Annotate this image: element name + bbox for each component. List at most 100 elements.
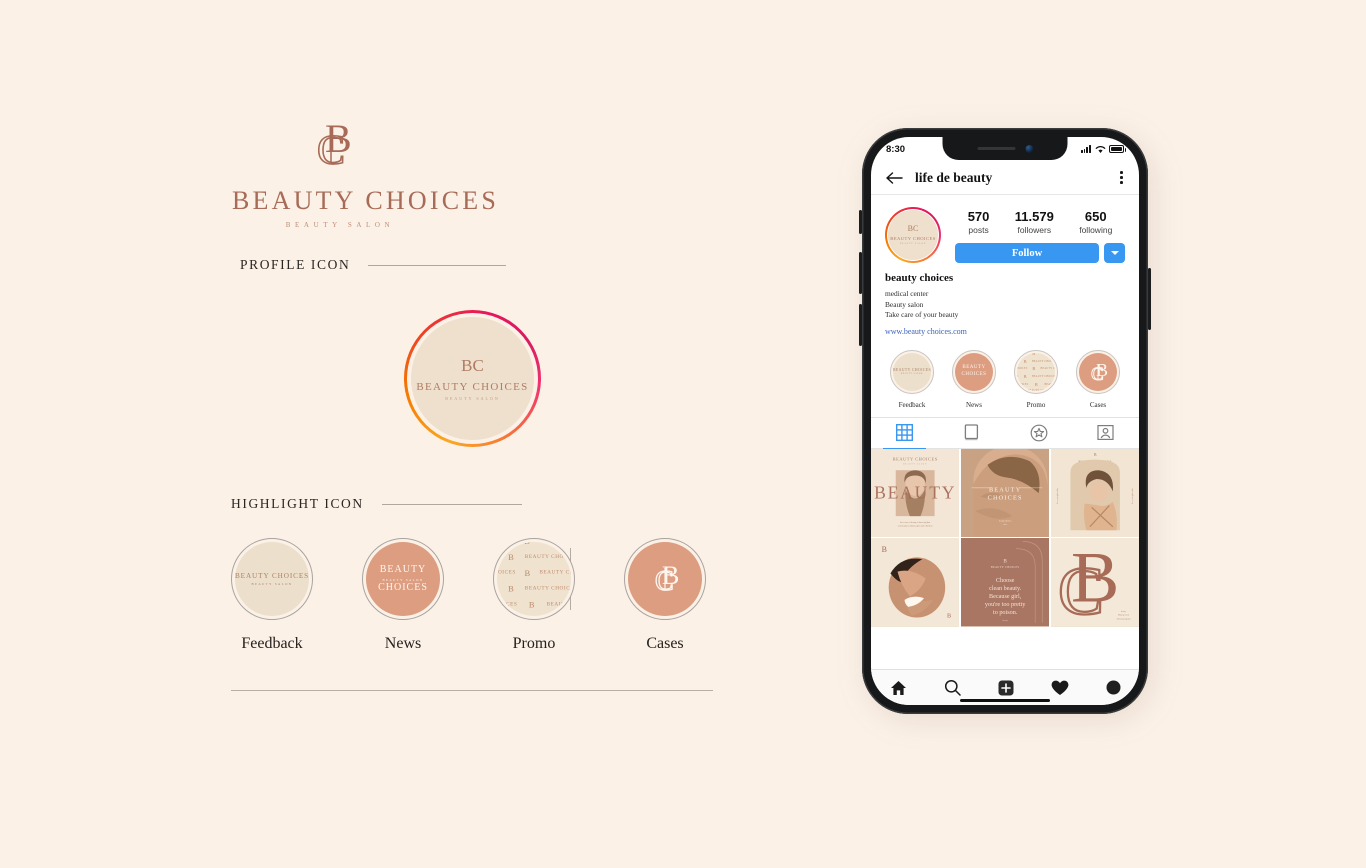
kebab-menu-icon[interactable] bbox=[1118, 167, 1125, 187]
post-tile[interactable]: B C beauty Makeup touch with amazing ski… bbox=[1050, 538, 1139, 627]
highlight-wordmark: BEAUTY CHOICES bbox=[235, 572, 309, 580]
status-time: 8:30 bbox=[886, 143, 906, 155]
highlight-label: Promo bbox=[1026, 400, 1046, 409]
stat-followers[interactable]: 11.579 followers bbox=[1015, 209, 1054, 235]
highlight-circle: B C bbox=[1076, 349, 1120, 394]
search-icon bbox=[944, 679, 961, 696]
app-header: life de beauty bbox=[871, 161, 1139, 195]
home-icon bbox=[890, 680, 906, 695]
tab-guides[interactable] bbox=[1005, 418, 1072, 448]
avatar-monogram: BC bbox=[907, 224, 919, 234]
stats-and-actions: 570 posts 11.579 followers 650 following… bbox=[955, 207, 1125, 263]
tab-grid[interactable] bbox=[871, 418, 938, 449]
highlight-artwork: B C bbox=[628, 542, 702, 616]
post-tile[interactable]: B BEAUTY CHOICES BEAUTY SALON love your … bbox=[1050, 448, 1139, 537]
bio-display-name: beauty choices bbox=[885, 272, 954, 284]
logo-tagline: BEAUTY SALON bbox=[285, 221, 395, 229]
profile-summary: BC BEAUTY CHOICES BEAUTY SALON 570 posts… bbox=[871, 195, 1139, 263]
story-highlights-row: BEAUTY CHOICES BEAUTY SALON Feedback BEA… bbox=[871, 336, 1139, 417]
logo-wordmark: BEAUTY CHOICES bbox=[232, 186, 500, 215]
battery-icon bbox=[1109, 145, 1126, 153]
svg-text:BEAUTY CHOICES: BEAUTY CHOICES bbox=[991, 566, 1020, 569]
add-post-nav-button[interactable] bbox=[998, 680, 1014, 696]
avatar-icon bbox=[1106, 680, 1120, 695]
svg-text:real beauty is radiant, glow a: real beauty is radiant, glow and effortl… bbox=[898, 524, 933, 527]
highlight-preview-cases: B C Cases bbox=[624, 538, 706, 653]
follow-dropdown-button[interactable] bbox=[1104, 243, 1125, 263]
stat-value: 11.579 bbox=[1014, 209, 1054, 224]
svg-text:beauty: beauty bbox=[1121, 612, 1126, 614]
brand-presentation-panel: B C BEAUTY CHOICES BEAUTY SALON PROFILE … bbox=[0, 0, 780, 868]
tab-reels[interactable] bbox=[938, 418, 1005, 448]
stat-posts[interactable]: 570 posts bbox=[968, 209, 990, 235]
highlight-label: Promo bbox=[512, 635, 556, 652]
svg-text:love your glow skin: love your glow skin bbox=[1056, 488, 1059, 503]
bio-line-2: Beauty salon bbox=[885, 299, 924, 309]
volume-up-button bbox=[859, 252, 862, 294]
svg-text:CHOICES: CHOICES bbox=[987, 494, 1022, 501]
search-nav-button[interactable] bbox=[944, 679, 961, 696]
highlight-circle: B C bbox=[624, 538, 706, 620]
story-highlight-feedback[interactable]: BEAUTY CHOICES BEAUTY SALON Feedback bbox=[887, 349, 937, 409]
profile-icon-monogram: BC bbox=[461, 355, 484, 375]
profile-nav-button[interactable] bbox=[1106, 680, 1121, 695]
signal-bars-icon bbox=[1080, 145, 1091, 153]
highlight-artwork: BEAUTY CHOICES BEAUTY SALON bbox=[235, 542, 309, 616]
svg-text:you're too pretty: you're too pretty bbox=[985, 601, 1026, 608]
follow-button[interactable]: Follow bbox=[955, 243, 1099, 263]
arrow-left-icon bbox=[886, 171, 903, 184]
highlight-artwork: CESBBEAUT ESBBEAUTY CHOICES CHOICESBBEAU… bbox=[1017, 352, 1055, 391]
tagged-person-icon bbox=[1097, 425, 1114, 441]
tiled-logo-pattern: CESBBEAUTY ESBBEAUTY CHOICES CHOICESBBEA… bbox=[497, 542, 571, 610]
post-tile[interactable]: B B bbox=[871, 538, 960, 627]
stat-label: following bbox=[1079, 225, 1113, 235]
story-highlight-promo[interactable]: CESBBEAUT ESBBEAUTY CHOICES CHOICESBBEAU… bbox=[1011, 349, 1061, 409]
post-tile[interactable]: BEAUTY CHOICES BEAUTY SALON BEAUTY the s… bbox=[871, 448, 960, 537]
svg-text:beauty: beauty bbox=[1002, 620, 1007, 622]
activity-nav-button[interactable] bbox=[1051, 680, 1069, 696]
profile-avatar[interactable]: BC BEAUTY CHOICES BEAUTY SALON bbox=[885, 207, 941, 263]
profile-icon-tagline: BEAUTY SALON bbox=[445, 395, 500, 401]
post-tile[interactable]: BEAUTY CHOICES beauty choices salon bbox=[960, 448, 1050, 537]
svg-text:BEAUTY CHOICES: BEAUTY CHOICES bbox=[893, 456, 938, 461]
volume-down-button bbox=[859, 304, 862, 346]
svg-text:C: C bbox=[655, 566, 674, 597]
story-highlight-news[interactable]: BEAUTY CHOICES News bbox=[949, 349, 999, 409]
home-nav-button[interactable] bbox=[890, 680, 907, 696]
stat-label: followers bbox=[1017, 225, 1052, 235]
highlight-line-1: BEAUTY bbox=[379, 563, 427, 575]
action-buttons: Follow bbox=[955, 243, 1125, 263]
stat-following[interactable]: 650 following bbox=[1079, 209, 1112, 235]
svg-text:to poison.: to poison. bbox=[993, 609, 1018, 616]
wifi-icon bbox=[1095, 145, 1105, 153]
svg-text:love your glow skin: love your glow skin bbox=[1131, 488, 1134, 503]
highlight-icon-gallery: BEAUTY CHOICES BEAUTY SALON Feedback BEA… bbox=[231, 538, 721, 673]
monogram-icon: B C bbox=[1091, 360, 1109, 386]
phone-screen: 8:30 life de beauty BC BEAUTY CHOICES BE… bbox=[871, 137, 1139, 705]
svg-text:B: B bbox=[947, 613, 951, 620]
tiled-logo-pattern: CESBBEAUT ESBBEAUTY CHOICES CHOICESBBEAU… bbox=[1017, 352, 1055, 391]
highlight-preview-news: BEAUTY BEAUTY SALON CHOICES News bbox=[362, 538, 444, 653]
svg-text:B: B bbox=[882, 546, 887, 555]
panel-bottom-divider bbox=[231, 690, 713, 691]
section-divider bbox=[368, 264, 507, 266]
highlight-icon-section-header: HIGHLIGHT ICON bbox=[231, 496, 522, 512]
post-tile[interactable]: B BEAUTY CHOICES Choose clean beauty. Be… bbox=[960, 538, 1050, 627]
story-highlight-cases[interactable]: B C Cases bbox=[1073, 349, 1123, 409]
profile-tabs bbox=[871, 416, 1139, 449]
profile-icon-wordmark: BEAUTY CHOICES bbox=[416, 380, 529, 393]
highlight-wordmark: BEAUTY CHOICES bbox=[893, 368, 931, 373]
highlight-label: News bbox=[966, 400, 982, 409]
highlight-preview-promo: CESBBEAUTY ESBBEAUTY CHOICES CHOICESBBEA… bbox=[493, 538, 575, 653]
bio-website-link[interactable]: www.beauty choices.com bbox=[885, 327, 1125, 336]
tab-tagged[interactable] bbox=[1072, 418, 1139, 448]
highlight-artwork: CESBBEAUTY ESBBEAUTY CHOICES CHOICESBBEA… bbox=[497, 542, 571, 616]
star-badge-icon bbox=[1030, 424, 1047, 441]
phone-notch bbox=[942, 137, 1068, 160]
highlight-preview-feedback: BEAUTY CHOICES BEAUTY SALON Feedback bbox=[231, 538, 313, 653]
account-title: life de beauty bbox=[915, 169, 993, 185]
plus-square-icon bbox=[998, 680, 1013, 695]
highlight-circle: BEAUTY CHOICES BEAUTY SALON bbox=[231, 538, 313, 620]
highlight-circle: BEAUTY BEAUTY SALON CHOICES bbox=[362, 538, 444, 620]
grid-icon bbox=[896, 424, 913, 442]
